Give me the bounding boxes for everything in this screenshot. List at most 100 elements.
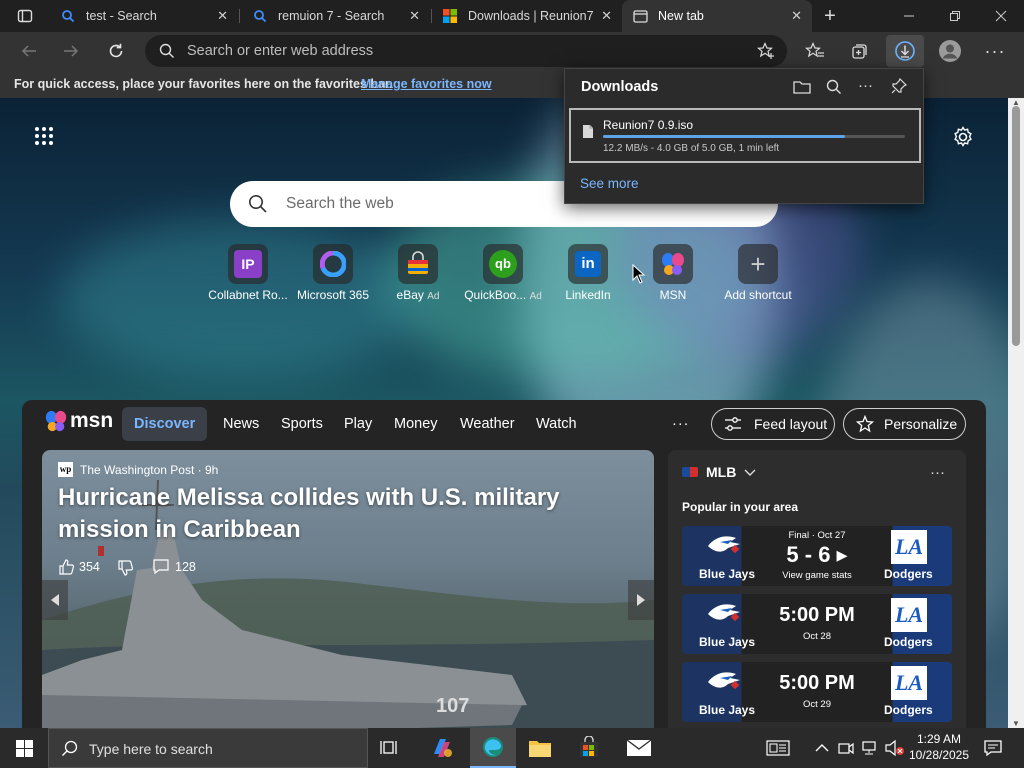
game-card[interactable]: Blue Jays Final · Oct 27 5 - 6 ▸ View ga… [682, 526, 952, 586]
comment-icon [153, 559, 169, 575]
add-shortcut[interactable]: + Add shortcut [708, 244, 808, 302]
chevron-up-icon[interactable] [815, 741, 829, 759]
taskbar: Type here to search 1:29 AM 10/28/2025 [0, 728, 1024, 768]
carousel-prev-button[interactable] [42, 580, 68, 620]
mouse-cursor-icon [632, 263, 646, 289]
page-settings-icon[interactable] [952, 126, 974, 153]
tab-remuion-search[interactable]: remuion 7 - Search ✕ [240, 0, 430, 32]
ebay-icon [398, 244, 438, 284]
download-item[interactable]: Reunion7 0.9.iso 12.2 MB/s - 4.0 GB of 5… [569, 108, 921, 163]
article-source-text: The Washington Post · 9h [80, 462, 219, 477]
scroll-down-icon[interactable]: ▼ [1012, 719, 1020, 728]
msn-logo[interactable]: msn [44, 409, 113, 433]
collections-icon[interactable] [845, 36, 875, 66]
article-headline[interactable]: Hurricane Melissa collides with U.S. mil… [58, 482, 638, 546]
start-button[interactable] [0, 728, 48, 768]
like-button[interactable]: 354 [58, 558, 100, 575]
carousel-next-button[interactable] [628, 580, 654, 620]
new-tab-plus-icon[interactable]: + [815, 1, 845, 31]
forward-icon[interactable] [56, 36, 86, 66]
back-icon[interactable] [14, 36, 44, 66]
bing-search-icon [252, 8, 268, 24]
manage-favorites-link[interactable]: Manage favorites now [361, 77, 492, 91]
comments-button[interactable]: 128 [152, 558, 196, 575]
personalize-button[interactable]: Personalize [843, 408, 966, 440]
favorites-icon[interactable] [800, 36, 830, 66]
nav-money[interactable]: Money [394, 408, 438, 440]
tab-label: Downloads | Reunion7 [468, 9, 594, 23]
article-source: wp The Washington Post · 9h [58, 462, 218, 477]
task-view-icon[interactable] [378, 738, 404, 763]
tab-new-tab[interactable]: New tab ✕ [622, 0, 812, 32]
nav-more-icon[interactable]: ··· [672, 408, 690, 440]
title-bar: test - Search ✕ remuion 7 - Search ✕ Dow… [0, 0, 1024, 32]
sparkle-star-icon [856, 415, 874, 433]
close-tab-icon[interactable]: ✕ [601, 8, 612, 24]
more-menu-icon[interactable]: ··· [980, 36, 1010, 66]
taskbar-search[interactable]: Type here to search [48, 728, 368, 768]
open-folder-icon[interactable] [793, 79, 811, 100]
restore-icon[interactable] [940, 1, 970, 31]
minimize-icon[interactable] [894, 1, 924, 31]
collabnet-icon: IP [228, 244, 268, 284]
search-icon [61, 740, 78, 762]
scrollbar-thumb[interactable] [1012, 106, 1020, 346]
dislike-button[interactable] [117, 560, 134, 582]
meet-now-icon[interactable] [838, 740, 854, 761]
sports-card: MLB ··· Popular in your area Blue Jays F… [668, 450, 966, 728]
league-selector[interactable]: MLB [682, 464, 756, 480]
nav-news[interactable]: News [223, 408, 259, 440]
nav-weather[interactable]: Weather [460, 408, 515, 440]
dodgers-logo-icon: LA [891, 666, 927, 700]
hero-article-card[interactable]: 107 wp The Washington Post · 9h Hurrican… [42, 450, 654, 728]
nav-watch[interactable]: Watch [536, 408, 577, 440]
game-card[interactable]: Blue Jays 5:00 PM Oct 28 LA Dodgers [682, 594, 952, 654]
close-tab-icon[interactable]: ✕ [791, 8, 802, 24]
like-count: 354 [79, 559, 100, 574]
address-bar[interactable]: Search or enter web address [145, 35, 787, 67]
tab-label: test - Search [86, 9, 157, 23]
tab-downloads-reunion7[interactable]: Downloads | Reunion7 ✕ [432, 0, 622, 32]
sports-subtitle: Popular in your area [682, 500, 799, 514]
msn-butterfly-icon [45, 410, 67, 432]
copilot-icon[interactable] [430, 736, 454, 765]
clock[interactable]: 1:29 AM 10/28/2025 [908, 731, 970, 763]
clock-date: 10/28/2025 [908, 748, 970, 762]
sports-more-icon[interactable]: ··· [930, 464, 945, 481]
nav-play[interactable]: Play [344, 408, 372, 440]
ad-badge: Ad [427, 291, 440, 302]
sliders-icon [725, 417, 741, 431]
close-window-icon[interactable] [986, 1, 1016, 31]
page-scrollbar[interactable]: ▲ ▼ [1008, 98, 1024, 728]
volume-muted-icon[interactable] [885, 739, 905, 761]
downloads-icon[interactable] [886, 35, 924, 67]
msn-butterfly-icon [653, 244, 693, 284]
pin-icon[interactable] [891, 77, 908, 99]
microsoft-store-icon[interactable] [578, 735, 600, 763]
tab-test-search[interactable]: test - Search ✕ [48, 0, 238, 32]
network-icon[interactable] [861, 740, 879, 761]
chevron-right-icon [637, 594, 645, 606]
downloads-title: Downloads [581, 79, 659, 95]
feed-layout-button[interactable]: Feed layout [711, 408, 835, 440]
downloads-more-icon[interactable]: ··· [858, 77, 873, 94]
feed-layout-label: Feed layout [754, 416, 828, 432]
search-downloads-icon[interactable] [826, 79, 842, 100]
close-tab-icon[interactable]: ✕ [217, 8, 228, 24]
news-widget-icon[interactable] [766, 740, 790, 761]
edge-taskbar-icon[interactable] [470, 728, 516, 768]
search-icon [248, 194, 268, 219]
close-tab-icon[interactable]: ✕ [409, 8, 420, 24]
tab-actions-icon[interactable] [10, 1, 40, 31]
add-favorite-icon[interactable] [756, 42, 775, 65]
nav-discover[interactable]: Discover [122, 407, 208, 441]
refresh-icon[interactable] [101, 36, 131, 66]
apps-launcher-icon[interactable] [34, 126, 54, 146]
notifications-icon[interactable] [983, 738, 1003, 763]
nav-sports[interactable]: Sports [281, 408, 323, 440]
mail-icon[interactable] [626, 739, 652, 762]
profile-avatar-icon[interactable] [935, 36, 965, 66]
file-explorer-icon[interactable] [528, 738, 552, 763]
game-card[interactable]: Blue Jays 5:00 PM Oct 29 LA Dodgers [682, 662, 952, 722]
see-more-link[interactable]: See more [580, 176, 639, 191]
